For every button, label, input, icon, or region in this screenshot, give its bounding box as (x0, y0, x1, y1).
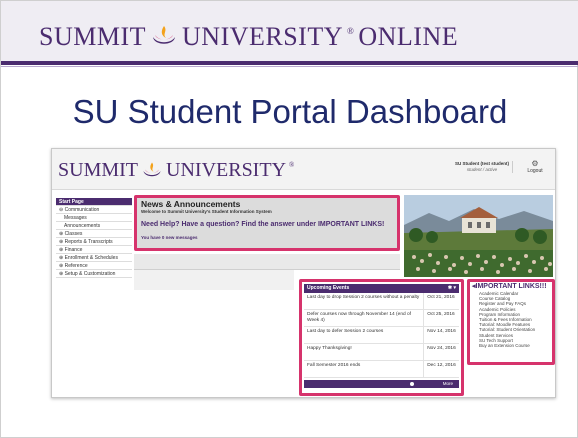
event-date: Oct 25, 2016 (423, 310, 459, 326)
slide: SUMMIT UNIVERSITY ® ONLINE SU Student Po… (0, 0, 578, 438)
brand-university: UNIVERSITY (182, 22, 344, 51)
brand-online: ONLINE (358, 22, 459, 51)
important-links-list: Academic Calendar Course Catalog Registe… (472, 291, 550, 348)
event-date: Nov 24, 2016 (423, 344, 459, 360)
link-item[interactable]: Buy an Extension Course (479, 343, 550, 348)
brand-summit: SUMMIT (39, 22, 147, 51)
news-title: News & Announcements (141, 199, 241, 209)
sidebar-item-setup[interactable]: ⊕ Setup & Customization (56, 270, 132, 278)
events-header: Upcoming Events ✱ ▾ (304, 284, 459, 293)
events-controls-icon[interactable]: ✱ ▾ (448, 284, 456, 293)
news-help: Need Help? Have a question? Find the ans… (141, 221, 385, 228)
event-row[interactable]: Fall Semester 2016 ends Dec 12, 2016 (304, 361, 459, 378)
summit-online-logo: SUMMIT UNIVERSITY ® ONLINE (39, 22, 458, 52)
news-body-area (134, 254, 400, 270)
user-info[interactable]: SU Student (test student) student / acti… (452, 161, 513, 173)
event-date: Oct 21, 2016 (423, 293, 459, 309)
sidebar-item-messages[interactable]: Messages (56, 214, 132, 222)
sidebar-item-finance[interactable]: ⊕ Finance (56, 246, 132, 254)
sidebar-item-start-page[interactable]: Start Page (56, 198, 132, 206)
portal-brand-summit: SUMMIT (58, 159, 139, 181)
registered-mark: ® (347, 26, 355, 36)
header-rule-thin (1, 66, 578, 67)
event-date: Nov 14, 2016 (423, 327, 459, 343)
events-title: Upcoming Events (307, 285, 350, 291)
news-announcements-panel: News & Announcements Welcome to Summit U… (134, 195, 400, 251)
sidebar-item-enrollment[interactable]: ⊕ Enrollment & Schedules (56, 254, 132, 262)
event-date: Dec 12, 2016 (423, 361, 459, 377)
portal-screenshot: SUMMIT UNIVERSITY ® SU Student (test stu… (51, 148, 556, 398)
logout-gear-icon: ⚙ (531, 159, 539, 168)
portal-header: SUMMIT UNIVERSITY ® SU Student (test stu… (52, 149, 555, 190)
pager-dot-icon[interactable] (410, 382, 414, 386)
registered-mark: ® (289, 161, 295, 169)
header-rule (1, 61, 578, 65)
event-text: Last day to drop Session 2 courses witho… (307, 295, 420, 300)
logout-button[interactable]: ⚙ Logout (520, 159, 550, 175)
sidebar-nav: Start Page ⊖ Communication Messages Anno… (56, 198, 132, 278)
campus-photo (404, 195, 553, 277)
event-row[interactable]: Last day to drop Session 2 courses witho… (304, 293, 459, 310)
portal-brand-university: UNIVERSITY (166, 159, 287, 181)
new-messages-link[interactable]: You have 0 new messages (141, 235, 393, 240)
portal-logo[interactable]: SUMMIT UNIVERSITY ® (58, 159, 294, 182)
event-text: Happy Thanksgiving! (307, 346, 352, 351)
news-welcome: Welcome to Summit University's Student I… (141, 209, 272, 214)
user-status: student / active (466, 167, 498, 172)
events-more-link[interactable]: More (443, 381, 453, 386)
flame-logo-icon (153, 26, 176, 44)
important-links-panel: ◂IMPORTANT LINKS!!! Academic Calendar Co… (467, 279, 555, 365)
event-text: Defer courses now through November 14 (e… (307, 312, 411, 323)
news-body-area-lower (134, 270, 294, 290)
slide-title: SU Student Portal Dashboard (72, 93, 508, 130)
event-text: Last day to defer Session 2 courses (307, 329, 384, 334)
sidebar-item-reports[interactable]: ⊕ Reports & Transcripts (56, 238, 132, 246)
logout-label: Logout (527, 168, 543, 174)
event-row[interactable]: Happy Thanksgiving! Nov 24, 2016 (304, 344, 459, 361)
event-row[interactable]: Defer courses now through November 14 (e… (304, 310, 459, 327)
flame-logo-icon (143, 162, 161, 176)
upcoming-events-panel: Upcoming Events ✱ ▾ Last day to drop Ses… (299, 279, 464, 396)
sidebar-item-classes[interactable]: ⊕ Classes (56, 230, 132, 238)
sidebar-item-communication[interactable]: ⊖ Communication (56, 206, 132, 214)
important-links-title: ◂IMPORTANT LINKS!!! (472, 283, 547, 290)
event-row[interactable]: Last day to defer Session 2 courses Nov … (304, 327, 459, 344)
event-text: Fall Semester 2016 ends (307, 363, 361, 368)
sidebar-item-reference[interactable]: ⊕ Reference (56, 262, 132, 270)
sidebar-item-announcements[interactable]: Announcements (56, 222, 132, 230)
events-footer: More (304, 380, 459, 388)
